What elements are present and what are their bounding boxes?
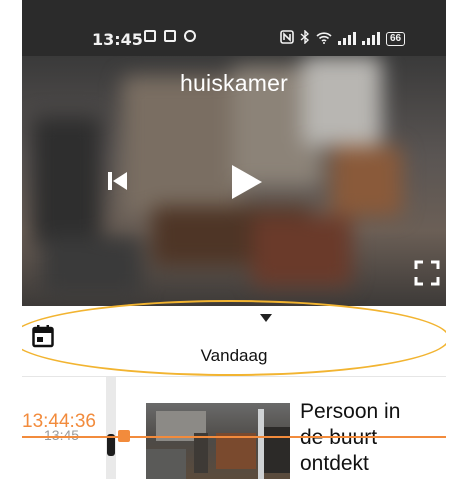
app-screen: 13:45 66 huiskamer Vandaag 13:45 13:44:3…: [22, 0, 446, 479]
current-time-handle[interactable]: [118, 430, 130, 442]
camera-video-view[interactable]: huiskamer: [22, 56, 446, 306]
camera-title: huiskamer: [180, 70, 288, 96]
status-bar: 13:45 66: [22, 0, 446, 56]
notification-icon: [144, 30, 156, 42]
event-line: ontdekt: [300, 452, 369, 475]
event-thumbnail[interactable]: [146, 403, 290, 479]
play-icon[interactable]: [226, 162, 266, 202]
status-notification-icons: [144, 30, 196, 42]
signal-icon: [338, 32, 356, 45]
current-time-marker: [22, 436, 446, 438]
date-picker-bar[interactable]: Vandaag: [22, 306, 446, 376]
nfc-icon: [280, 30, 294, 47]
fullscreen-icon[interactable]: [414, 260, 440, 286]
battery-indicator: 66: [386, 31, 406, 46]
selected-date-label[interactable]: Vandaag: [22, 346, 446, 366]
event-line: de buurt: [300, 426, 378, 449]
wifi-icon: [316, 31, 332, 47]
notification-icon: [164, 30, 176, 42]
bluetooth-icon: [300, 29, 310, 47]
timeline-track[interactable]: [106, 377, 116, 479]
signal-icon: [362, 32, 380, 45]
current-time-label: 13:44:36: [22, 411, 96, 432]
skip-previous-icon[interactable]: [106, 169, 130, 193]
calendar-icon[interactable]: [32, 324, 54, 348]
status-system-icons: 66: [280, 29, 406, 47]
record-icon: [184, 30, 196, 42]
event-line: Persoon in: [300, 400, 401, 423]
event-timeline[interactable]: 13:45 13:44:36 Persoon in de buurt ontde…: [22, 377, 446, 479]
status-time: 13:45: [92, 30, 143, 49]
event-card[interactable]: Persoon in de buurt ontdekt: [146, 399, 446, 479]
chevron-down-icon[interactable]: [260, 314, 272, 322]
event-description: Persoon in de buurt ontdekt: [300, 399, 440, 477]
